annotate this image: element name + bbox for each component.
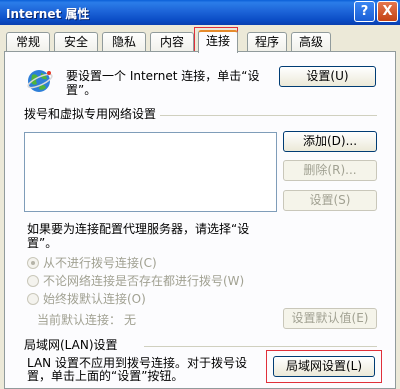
tab-strip: 常规 安全 隐私 内容 连接 程序 高级 — [4, 30, 396, 53]
dialup-heading: 拨号和虚拟专用网络设置 — [24, 107, 157, 121]
default-connection-value: 无 — [124, 313, 137, 327]
remove-button[interactable]: 删除(R)... — [283, 160, 377, 181]
tab-content[interactable]: 内容 — [150, 32, 194, 52]
radio-dial-whenever[interactable] — [27, 275, 39, 287]
radio-always-dial-label: 始终拨默认连接(O) — [43, 292, 146, 306]
tab-connections[interactable]: 连接 — [198, 30, 238, 53]
dialup-divider — [160, 115, 377, 116]
tab-privacy[interactable]: 隐私 — [102, 32, 146, 52]
lan-divider — [144, 346, 377, 347]
setup-button[interactable]: 设置(U) — [279, 66, 376, 87]
help-button[interactable]: ? — [354, 1, 375, 22]
tab-advanced[interactable]: 高级 — [291, 32, 331, 52]
default-connection-label: 当前默认连接： — [37, 313, 122, 327]
setup-text-line1: 要设置一个 Internet 连接，单击“设 — [66, 69, 260, 83]
radio-never-dial[interactable] — [27, 257, 39, 269]
add-button[interactable]: 添加(D)... — [283, 131, 377, 152]
window-title: Internet 属性 — [6, 7, 90, 21]
set-default-button[interactable]: 设置默认值(E) — [283, 308, 377, 329]
title-bar: Internet 属性 ? X — [0, 0, 400, 25]
proxy-note-line1: 如果要为连接配置代理服务器，请选择“设 — [27, 222, 250, 236]
tab-programs[interactable]: 程序 — [247, 32, 287, 52]
globe-icon — [27, 70, 53, 92]
dialup-settings-button[interactable]: 设置(S) — [283, 190, 377, 211]
tab-security[interactable]: 安全 — [54, 32, 98, 52]
setup-text-line2: 置”。 — [66, 83, 97, 97]
close-button[interactable]: X — [377, 1, 398, 22]
lan-text-line2: 置，单击上面的“设置”按钮。 — [27, 369, 184, 383]
radio-always-dial[interactable] — [27, 293, 39, 305]
connections-list[interactable] — [24, 132, 277, 212]
proxy-note-line2: 置”。 — [27, 236, 58, 250]
lan-highlight-box — [266, 350, 382, 383]
tab-general[interactable]: 常规 — [6, 32, 50, 52]
lan-heading: 局域网(LAN)设置 — [24, 338, 118, 352]
radio-never-dial-label: 从不进行拨号连接(C) — [43, 256, 157, 270]
radio-dial-whenever-label: 不论网络连接是否存在都进行拨号(W) — [43, 274, 245, 288]
